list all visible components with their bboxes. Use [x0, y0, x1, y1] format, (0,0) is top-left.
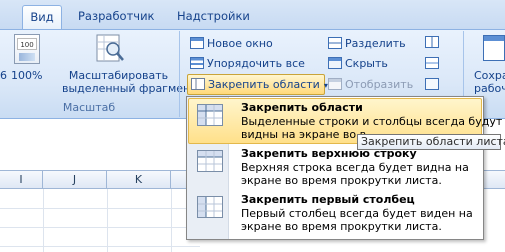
grid-line	[43, 189, 44, 252]
hide-button[interactable]: Скрыть	[328, 54, 388, 73]
split-icon	[328, 37, 342, 49]
grid-line	[107, 189, 108, 252]
zoom-100-icon-text: 100	[17, 38, 37, 50]
menu-item-description: видны на экране во в	[241, 128, 367, 141]
grid-line	[0, 208, 200, 209]
zoom-100-button[interactable]: 100%	[11, 69, 42, 82]
tab-addins[interactable]: Надстройки	[177, 5, 257, 29]
menu-item-description: экране во время прокрутки листа.	[241, 174, 442, 187]
new-window-button[interactable]: Новое окно	[190, 34, 273, 53]
new-window-icon	[190, 37, 204, 49]
hide-icon	[328, 57, 342, 69]
grid-line	[0, 227, 200, 228]
save-workspace-icon	[483, 35, 505, 61]
grid-line	[171, 189, 172, 252]
zoom-100-icon-graphic	[19, 53, 35, 61]
column-header-j[interactable]: J	[43, 170, 107, 189]
split-button[interactable]: Разделить	[328, 34, 406, 53]
freeze-top-row-menu-icon	[197, 150, 223, 172]
sync-scrolling-icon[interactable]	[425, 57, 439, 69]
menu-item-description: Первый столбец всегда будет виден на	[241, 207, 473, 220]
tab-developer[interactable]: Разработчик	[78, 5, 158, 29]
arrange-all-icon	[190, 57, 204, 69]
magnifier-icon	[96, 34, 124, 62]
freeze-first-column-menu-icon	[197, 196, 223, 218]
menu-item-title: Закрепить области	[241, 101, 363, 114]
save-workspace-label-2: рабочую	[474, 82, 505, 95]
split-label: Разделить	[345, 37, 406, 50]
zoom-selection-icon	[95, 33, 125, 65]
menu-item-title: Закрепить первый столбец	[241, 193, 415, 206]
menu-item-description: Выделенные строки и столбцы всегда будут	[241, 115, 503, 128]
unhide-label: Отобразить	[345, 78, 414, 91]
new-window-label: Новое окно	[207, 37, 273, 50]
reset-window-position-icon[interactable]	[425, 78, 439, 90]
freeze-panes-menu-icon	[197, 104, 223, 126]
unhide-button[interactable]: Отобразить	[328, 75, 413, 94]
zoom-100-icon: 100	[14, 34, 40, 64]
zoom-selection-label-2: выделенный фрагмент	[62, 82, 197, 95]
save-workspace-button[interactable]: Сохра рабочую	[474, 69, 505, 95]
tab-partial	[6, 5, 20, 29]
group-separator	[179, 31, 180, 117]
freeze-panes-button[interactable]: Закрепить области ▾	[187, 74, 328, 95]
menu-item-description: Верхняя строка всегда будет видна на	[241, 161, 469, 174]
zoom-selection-label-1: Масштабировать	[68, 69, 169, 82]
zoom-group-label: Масштаб	[62, 101, 116, 114]
zoom-partial-button[interactable]: 6	[0, 69, 7, 82]
freeze-panes-icon	[191, 78, 205, 90]
hide-label: Скрыть	[345, 57, 388, 70]
tooltip: Закрепить области листа	[357, 134, 505, 150]
save-workspace-label-1: Сохра	[474, 69, 505, 82]
zoom-selection-button[interactable]: Масштабировать выделенный фрагмент	[62, 69, 197, 95]
tab-view[interactable]: Вид	[22, 5, 62, 29]
unhide-icon	[328, 78, 342, 90]
column-header-i[interactable]: I	[0, 170, 43, 189]
grid-line	[0, 246, 200, 247]
arrange-all-button[interactable]: Упорядочить все	[190, 54, 305, 73]
view-side-by-side-icon[interactable]	[425, 36, 439, 48]
menu-item-description: экране во время прокрутки листа.	[241, 220, 442, 233]
column-header-k[interactable]: K	[107, 170, 171, 189]
freeze-panes-label: Закрепить области	[208, 78, 320, 91]
arrange-all-label: Упорядочить все	[207, 57, 305, 70]
